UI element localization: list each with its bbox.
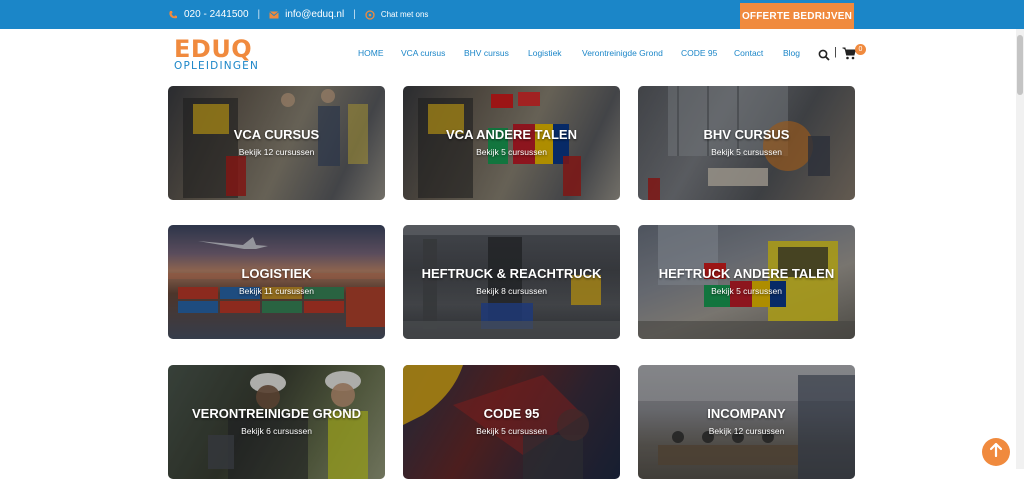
top-bar [0, 0, 1024, 29]
category-subtitle: Bekijk 5 cursussen [476, 426, 547, 436]
nav-item-logistiek[interactable]: Logistiek [528, 48, 562, 60]
category-subtitle: Bekijk 5 cursussen [476, 147, 547, 157]
category-subtitle: Bekijk 5 cursussen [711, 286, 782, 296]
category-title: VCA ANDERE TALEN [446, 127, 577, 142]
offerte-bedrijven-button[interactable]: OFFERTE BEDRIJVEN [740, 3, 854, 29]
topbar-contact: 020 - 2441500 | info@eduq.nl | Chat met … [168, 0, 428, 29]
category-card-vca-andere-talen[interactable]: VCA ANDERE TALEN Bekijk 5 cursussen [403, 86, 620, 200]
category-subtitle: Bekijk 6 cursussen [241, 426, 312, 436]
mail-icon [269, 10, 279, 19]
category-title: VCA CURSUS [233, 127, 320, 142]
scrollbar-thumb[interactable] [1017, 35, 1023, 95]
nav-item-verontreinigde-grond[interactable]: Verontreinigde Grond [582, 48, 663, 60]
nav-separator: | [834, 46, 837, 58]
topbar-separator: | [257, 9, 261, 20]
phone-link[interactable]: 020 - 2441500 [184, 9, 249, 20]
email-link[interactable]: info@eduq.nl [285, 9, 344, 20]
search-icon[interactable] [818, 48, 830, 61]
page-scrollbar[interactable] [1016, 29, 1024, 469]
category-title: CODE 95 [483, 406, 540, 421]
chat-link[interactable]: Chat met ons [381, 10, 429, 19]
nav-item-blog[interactable]: Blog [783, 48, 800, 60]
category-subtitle: Bekijk 8 cursussen [476, 286, 547, 296]
category-card-heftruck-andere-talen[interactable]: HEFTRUCK ANDERE TALEN Bekijk 5 cursussen [638, 225, 855, 339]
nav-item-vca-cursus[interactable]: VCA cursus [401, 48, 445, 60]
category-subtitle: Bekijk 11 cursussen [239, 286, 314, 296]
category-card-vca-cursus[interactable]: VCA CURSUS Bekijk 12 cursussen [168, 86, 385, 200]
arrow-up-icon [989, 442, 1003, 462]
category-card-verontreinigde-grond[interactable]: VERONTREINIGDE GROND Bekijk 6 cursussen [168, 365, 385, 479]
phone-icon [168, 10, 178, 20]
logo[interactable]: EDUQ OPLEIDINGEN [174, 35, 264, 74]
category-card-heftruck-reachtruck[interactable]: HEFTRUCK & REACHTRUCK Bekijk 8 cursussen [403, 225, 620, 339]
category-card-logistiek[interactable]: LOGISTIEK Bekijk 11 cursussen [168, 225, 385, 339]
header [0, 29, 1024, 85]
nav-item-bhv-cursus[interactable]: BHV cursus [464, 48, 509, 60]
category-subtitle: Bekijk 12 cursussen [238, 147, 315, 157]
category-title: BHV CURSUS [703, 127, 790, 142]
category-card-incompany[interactable]: INCOMPANY Bekijk 12 cursussen [638, 365, 855, 479]
category-title: INCOMPANY [707, 406, 786, 421]
back-to-top-button[interactable] [982, 438, 1010, 466]
category-title: HEFTRUCK ANDERE TALEN [658, 266, 835, 281]
topbar-separator: | [353, 9, 356, 20]
category-title: VERONTREINIGDE GROND [191, 406, 361, 421]
logo-tagline: OPLEIDINGEN [174, 60, 260, 72]
logo-wordmark: EDUQ [174, 35, 253, 63]
cart-count-badge: 0 [855, 44, 866, 55]
nav-item-code-95[interactable]: CODE 95 [681, 48, 717, 60]
category-subtitle: Bekijk 12 cursussen [708, 426, 785, 436]
cart-icon[interactable] [842, 47, 856, 60]
category-title: LOGISTIEK [241, 266, 312, 281]
category-card-code-95[interactable]: CODE 95 Bekijk 5 cursussen [403, 365, 620, 479]
chat-icon [365, 9, 375, 20]
category-card-bhv-cursus[interactable]: BHV CURSUS Bekijk 5 cursussen [638, 86, 855, 200]
category-title: HEFTRUCK & REACHTRUCK [421, 266, 602, 281]
nav-item-home[interactable]: HOME [358, 48, 384, 60]
nav-item-contact[interactable]: Contact [734, 48, 763, 60]
category-subtitle: Bekijk 5 cursussen [711, 147, 782, 157]
